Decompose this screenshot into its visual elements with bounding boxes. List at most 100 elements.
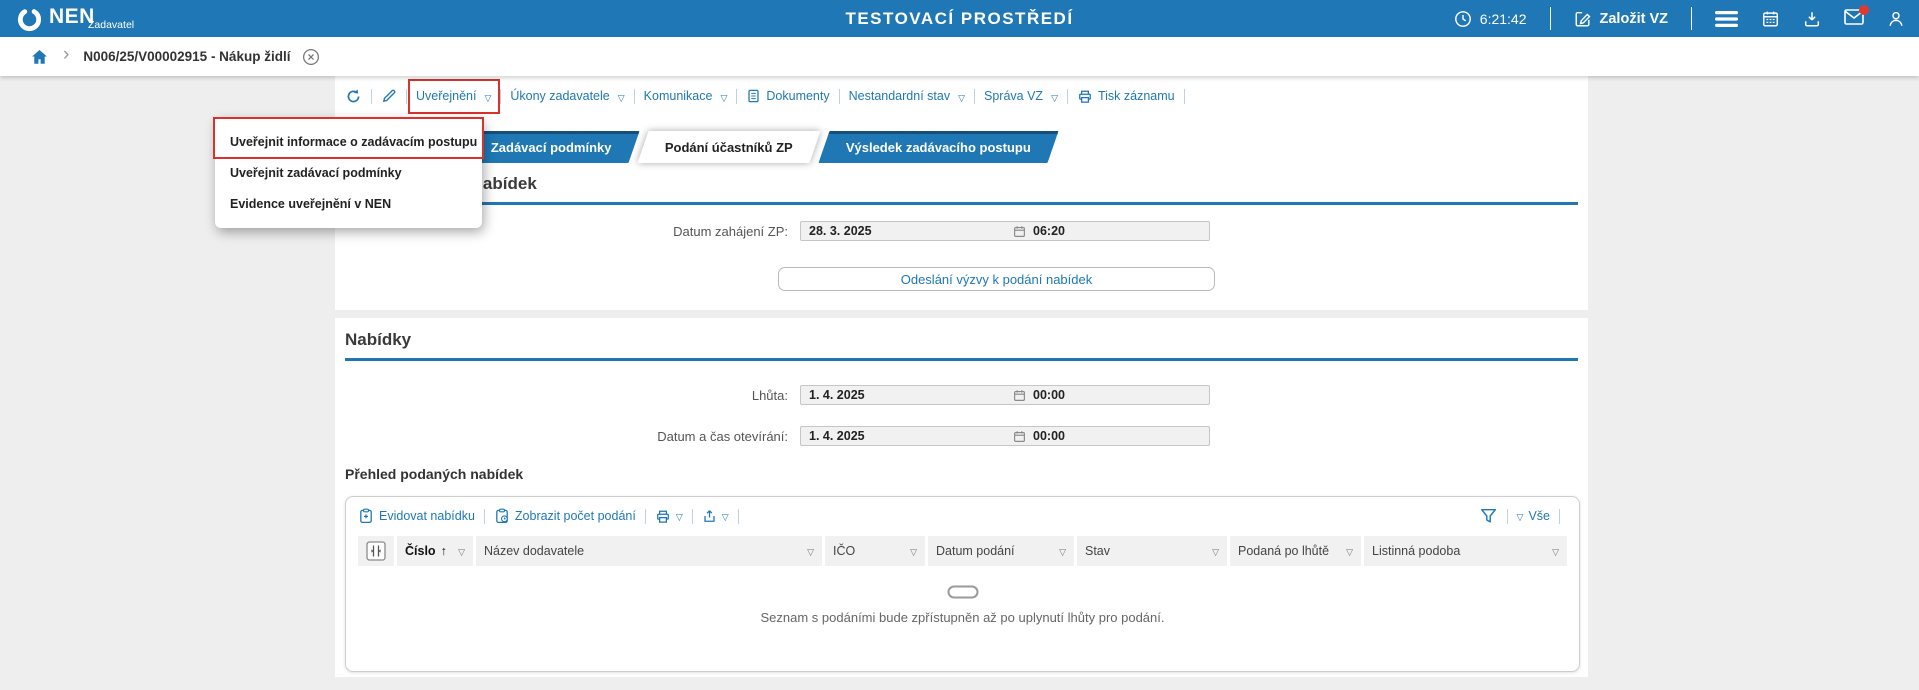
section-rule — [345, 202, 1578, 205]
funnel-icon — [1479, 507, 1498, 525]
chevron-down-icon — [958, 90, 965, 104]
tab-vysledek-zadavaciho-postupu[interactable]: Výsledek zadávacího postupu — [818, 131, 1058, 163]
action-label: Evidovat nabídku — [379, 509, 475, 523]
divider — [974, 89, 975, 104]
calendar-mini-icon[interactable] — [1013, 389, 1026, 402]
column-settings-button[interactable] — [358, 536, 394, 566]
column-label: Název dodavatele — [484, 544, 584, 558]
action-sprava-vz[interactable]: Správa VZ — [984, 88, 1058, 104]
action-dokumenty[interactable]: Dokumenty — [746, 88, 829, 104]
tab-label: Podání účastníků ZP — [665, 140, 793, 155]
oteviranie-input[interactable]: 1. 4. 2025 00:00 — [800, 426, 1210, 446]
filter-button[interactable] — [1479, 507, 1498, 525]
column-header-datum-podani[interactable]: Datum podání — [928, 536, 1074, 566]
action-komunikace[interactable]: Komunikace — [644, 88, 728, 104]
action-ukony-zadavatele[interactable]: Úkony zadavatele — [510, 88, 624, 104]
column-header-nazev-dodavatele[interactable]: Název dodavatele — [476, 536, 822, 566]
tab-zadavaci-podminky[interactable]: Zadávací podmínky — [463, 131, 639, 163]
action-tisk-zaznamu[interactable]: Tisk záznamu — [1077, 89, 1175, 104]
mail-button[interactable] — [1844, 9, 1864, 28]
topbar-right: 6:21:42 Založit VZ — [1454, 0, 1905, 37]
export-button[interactable] — [702, 508, 729, 524]
create-vz-button[interactable]: Založit VZ — [1574, 10, 1668, 28]
filter-caret-icon[interactable] — [910, 544, 917, 558]
menu-hamburger-icon[interactable] — [1715, 11, 1738, 27]
filter-caret-icon[interactable] — [807, 544, 814, 558]
date-value: 28. 3. 2025 — [801, 224, 1013, 238]
topbar: NEN Zadavatel TESTOVACÍ PROSTŘEDÍ 6:21:4… — [0, 0, 1919, 37]
filter-cluster: Vše — [1479, 507, 1569, 525]
share-icon — [702, 508, 717, 524]
field-datum-oteviran: Datum a čas otevírání: 1. 4. 2025 00:00 — [335, 426, 1210, 446]
column-label: Stav — [1085, 544, 1110, 558]
action-label: Dokumenty — [766, 89, 829, 103]
zobrazit-pocet-podani-button[interactable]: Zobrazit počet podání — [494, 508, 636, 524]
home-icon — [30, 48, 49, 66]
download-icon[interactable] — [1803, 10, 1821, 28]
evidovat-nabidku-button[interactable]: Evidovat nabídku — [358, 508, 475, 524]
chevron-down-icon — [1517, 509, 1524, 523]
menu-item-uverejnit-informace[interactable]: Uveřejnit informace o zadávacím postupu — [215, 127, 482, 158]
date-value: 1. 4. 2025 — [801, 388, 1013, 402]
action-label: Zobrazit počet podání — [515, 509, 636, 523]
menu-item-uverejnit-podminky[interactable]: Uveřejnit zadávací podmínky — [215, 158, 482, 189]
chevron-down-icon — [484, 90, 491, 104]
environment-title: TESTOVACÍ PROSTŘEDÍ — [845, 9, 1073, 29]
filter-caret-icon[interactable] — [1212, 544, 1219, 558]
lhuta-input[interactable]: 1. 4. 2025 00:00 — [800, 385, 1210, 405]
divider — [736, 89, 737, 104]
chevron-down-icon — [676, 509, 683, 523]
column-header-cislo[interactable]: Číslo — [397, 536, 473, 566]
nabidky-card: Nabídky Lhůta: 1. 4. 2025 00:00 Datum a … — [335, 318, 1588, 677]
printer-icon — [1077, 89, 1093, 104]
filter-caret-icon[interactable] — [1346, 544, 1353, 558]
table-header-row: Číslo Název dodavatele IČO Datum podání — [358, 536, 1567, 566]
tab-podani-ucastniku-zp[interactable]: Podání účastníků ZP — [637, 131, 820, 163]
filter-caret-icon[interactable] — [1059, 544, 1066, 558]
action-uverejneni[interactable]: Uveřejnění — [416, 88, 491, 104]
send-vyzva-button[interactable]: Odeslání výzvy k podání nabídek — [778, 267, 1215, 291]
action-nestandardni-stav[interactable]: Nestandardní stav — [849, 88, 965, 104]
calendar-mini-icon[interactable] — [1013, 430, 1026, 443]
datum-zahajeni-input[interactable]: 28. 3. 2025 06:20 — [800, 221, 1210, 241]
user-icon[interactable] — [1887, 10, 1905, 28]
empty-message: Seznam s podáními bude zpřístupněn až po… — [346, 610, 1579, 625]
calendar-icon[interactable] — [1761, 10, 1780, 28]
calendar-mini-icon[interactable] — [1013, 225, 1026, 238]
column-header-podana-po-lhute[interactable]: Podaná po lhůtě — [1230, 536, 1361, 566]
close-icon — [302, 48, 320, 66]
nen-logo-icon — [16, 6, 43, 33]
action-label: Komunikace — [644, 89, 713, 103]
procedure-card: Uveřejnění Úkony zadavatele Komunikace D… — [335, 76, 1588, 310]
time-value: 00:00 — [1033, 388, 1065, 402]
uverejneni-menu: Uveřejnit informace o zadávacím postupu … — [215, 118, 482, 228]
divider — [371, 89, 372, 104]
action-label: Nestandardní stav — [849, 89, 950, 103]
divider — [738, 509, 739, 524]
print-table-button[interactable] — [655, 509, 683, 524]
edit-button[interactable] — [381, 88, 397, 104]
clock: 6:21:42 — [1454, 10, 1527, 28]
home-button[interactable] — [30, 48, 49, 66]
empty-state: Seznam s podáními bude zpřístupněn až po… — [346, 585, 1579, 625]
divider — [1691, 7, 1692, 30]
breadcrumb-item[interactable]: N006/25/V00002915 - Nákup židlí — [83, 49, 290, 64]
menu-item-evidence-uverejneni[interactable]: Evidence uveřejnění v NEN — [215, 189, 482, 220]
empty-tray-icon — [947, 585, 979, 600]
filter-caret-icon[interactable] — [458, 544, 465, 558]
column-header-ico[interactable]: IČO — [825, 536, 925, 566]
column-header-listinna-podoba[interactable]: Listinná podoba — [1364, 536, 1567, 566]
filter-view-select[interactable]: Vše — [1517, 509, 1550, 523]
nen-logo[interactable]: NEN Zadavatel — [16, 0, 95, 37]
chevron-down-icon — [618, 90, 625, 104]
close-tab-button[interactable] — [302, 48, 320, 66]
filter-caret-icon[interactable] — [1552, 544, 1559, 558]
overview-title: Přehled podaných nabídek — [345, 466, 523, 482]
brand-subtitle: Zadavatel — [88, 19, 134, 31]
chevron-down-icon — [720, 90, 727, 104]
time-value: 00:00 — [1033, 429, 1065, 443]
column-header-stav[interactable]: Stav — [1077, 536, 1227, 566]
section-title-nabidky: Nabídky — [345, 330, 411, 350]
field-label: Lhůta: — [335, 388, 793, 403]
refresh-button[interactable] — [345, 88, 362, 105]
